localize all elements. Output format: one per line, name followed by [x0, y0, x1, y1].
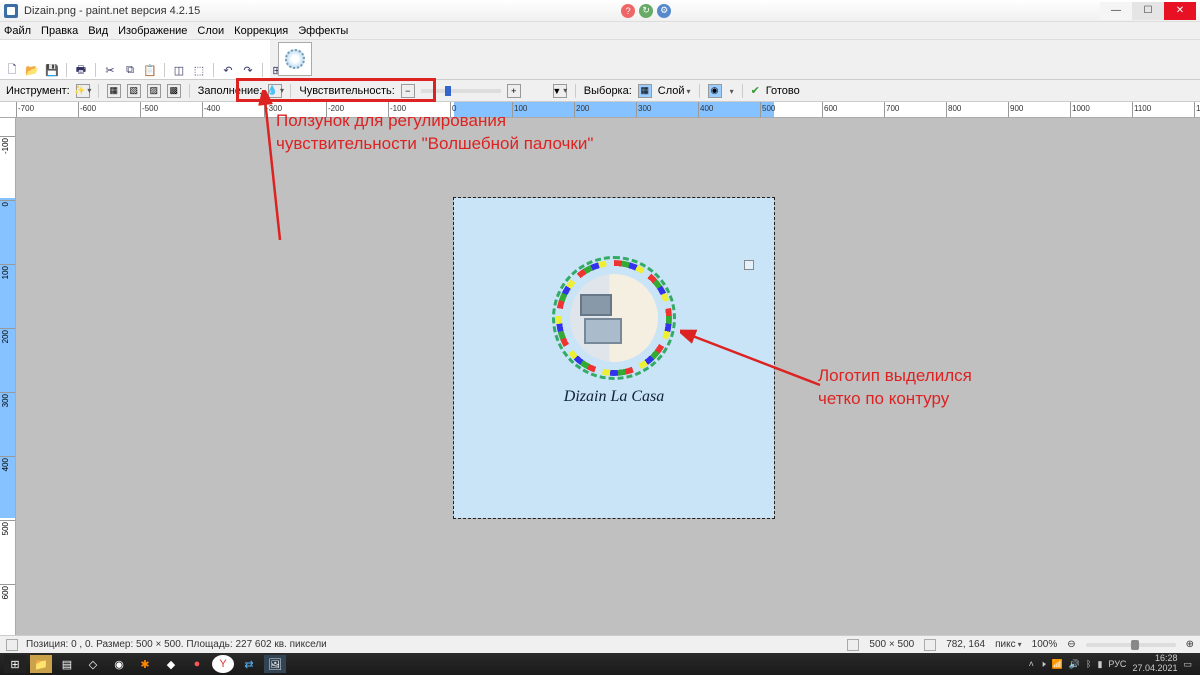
task-app-icon[interactable]: ▤	[56, 655, 78, 673]
menu-layers[interactable]: Слои	[197, 25, 224, 37]
task-chrome-icon[interactable]: ◉	[108, 655, 130, 673]
status-cursor-icon	[924, 639, 936, 651]
logo-text: Dizain La Casa	[554, 388, 674, 406]
logo: Dizain La Casa	[554, 258, 674, 406]
save-icon[interactable]: 💾	[44, 62, 60, 78]
sensitivity-slider[interactable]	[421, 89, 501, 93]
tray-vol-icon[interactable]: 🔊	[1069, 659, 1080, 670]
horizontal-ruler: -700-600-500-400-300-200-100010020030040…	[0, 102, 1200, 118]
status-sel-icon	[6, 639, 18, 651]
task-app2-icon[interactable]: ◇	[82, 655, 104, 673]
main-toolbar: 🗋 📂 💾 🖶 ✂ ⧉ 📋 ◫ ⬚ ↶ ↷ ⊞ 📏	[4, 60, 305, 80]
thumbnail-image	[285, 49, 305, 69]
status-dims: 500 × 500	[869, 639, 914, 650]
tray-clock[interactable]: 16:28 27.04.2021	[1132, 654, 1177, 674]
sensitivity-label: Чувствительность:	[299, 85, 394, 97]
menu-edit[interactable]: Правка	[41, 25, 78, 37]
zoom-in-icon[interactable]: ⊕	[1186, 639, 1194, 650]
open-icon[interactable]: 📂	[24, 62, 40, 78]
task-explorer-icon[interactable]: 📁	[30, 655, 52, 673]
tool-options-bar: Инструмент: ✨ ▦ ▧ ▨ ▩ Заполнение: 💧 Чувс…	[0, 80, 1200, 102]
fill-dropdown[interactable]: 💧	[268, 84, 282, 98]
status-position: Позиция: 0 , 0. Размер: 500 × 500. Площа…	[26, 639, 327, 650]
crop-icon[interactable]: ◫	[171, 62, 187, 78]
title-bar: Dizain.png - paint.net версия 4.2.15 ? ↻…	[0, 0, 1200, 22]
task-app3-icon[interactable]: ◆	[160, 655, 182, 673]
maximize-button[interactable]: ☐	[1132, 2, 1164, 20]
close-button[interactable]: ✕	[1164, 2, 1196, 20]
sel-xor-icon[interactable]: ▩	[167, 84, 181, 98]
menu-adjustments[interactable]: Коррекция	[234, 25, 288, 37]
start-button[interactable]: ⊞	[4, 655, 26, 673]
fill-label: Заполнение:	[198, 85, 263, 97]
new-icon[interactable]: 🗋	[4, 62, 20, 78]
canvas-area[interactable]: Dizain La Casa	[16, 118, 1200, 635]
tray-notif-icon[interactable]: ▭	[1183, 659, 1192, 670]
sens-plus-icon[interactable]: +	[507, 84, 521, 98]
deselect-icon[interactable]: ⬚	[191, 62, 207, 78]
tray-wifi-icon[interactable]: 📶	[1052, 659, 1063, 670]
logo-photo	[570, 274, 658, 362]
tray-net-icon[interactable]: 🕨	[1040, 659, 1046, 670]
status-bar: Позиция: 0 , 0. Размер: 500 × 500. Площа…	[0, 635, 1200, 653]
sel-sub-icon[interactable]: ▧	[127, 84, 141, 98]
tray-up-icon[interactable]: ˄	[1029, 659, 1034, 669]
copy-icon[interactable]: ⧉	[122, 62, 138, 78]
sel-int-icon[interactable]: ▨	[147, 84, 161, 98]
flood-dropdown[interactable]	[728, 85, 734, 97]
windows-taskbar: ⊞ 📁 ▤ ◇ ◉ ✱ ◆ ● Y ⇄ 🖼 ˄ 🕨 📶 🔊 ᛒ ▮ РУС 16…	[0, 653, 1200, 675]
document-canvas[interactable]: Dizain La Casa	[454, 198, 774, 518]
blend-dropdown[interactable]: ▼	[553, 84, 567, 98]
ready-label: Готово	[766, 85, 800, 97]
status-cursor: 782, 164	[946, 639, 985, 650]
status-unit[interactable]: пикс	[995, 639, 1022, 650]
magic-wand-tool-icon[interactable]: ✨	[76, 84, 90, 98]
menu-effects[interactable]: Эффекты	[298, 25, 348, 37]
app-icon	[4, 4, 18, 18]
tray-bat-icon[interactable]: ▮	[1097, 659, 1102, 670]
task-yandex-icon[interactable]: Y	[212, 655, 234, 673]
scope-layer[interactable]: Слой	[658, 85, 691, 97]
selection-label: Выборка:	[584, 85, 632, 97]
task-app5-icon[interactable]: ⇄	[238, 655, 260, 673]
settings-icon[interactable]: ⚙	[657, 4, 671, 18]
updates-icon[interactable]: ↻	[639, 4, 653, 18]
paste-icon[interactable]: 📋	[142, 62, 158, 78]
minimize-button[interactable]: —	[1100, 2, 1132, 20]
task-avast-icon[interactable]: ✱	[134, 655, 156, 673]
zoom-slider[interactable]	[1086, 643, 1176, 647]
vertical-ruler: -1000100200300400500600	[0, 118, 16, 635]
selection-handle-icon[interactable]	[744, 260, 754, 270]
menu-image[interactable]: Изображение	[118, 25, 187, 37]
status-zoom[interactable]: 100%	[1032, 639, 1058, 650]
menu-bar: Файл Правка Вид Изображение Слои Коррекц…	[0, 22, 1200, 40]
tray-date: 27.04.2021	[1132, 664, 1177, 674]
tray-bt-icon[interactable]: ᛒ	[1086, 659, 1091, 669]
help-icon[interactable]: ?	[621, 4, 635, 18]
document-tabs: 🗋 📂 💾 🖶 ✂ ⧉ 📋 ◫ ⬚ ↶ ↷ ⊞ 📏	[0, 40, 1200, 80]
scope-icon[interactable]: ▦	[638, 84, 652, 98]
system-tray: ˄ 🕨 📶 🔊 ᛒ ▮ РУС 16:28 27.04.2021 ▭	[1029, 654, 1196, 674]
document-thumbnail[interactable]	[278, 42, 312, 76]
task-app4-icon[interactable]: ●	[186, 655, 208, 673]
redo-icon[interactable]: ↷	[240, 62, 256, 78]
tray-lang[interactable]: РУС	[1108, 659, 1126, 669]
print-icon[interactable]: 🖶	[73, 62, 89, 78]
menu-file[interactable]: Файл	[4, 25, 31, 37]
logo-ring	[554, 258, 674, 378]
undo-icon[interactable]: ↶	[220, 62, 236, 78]
tool-label: Инструмент:	[6, 85, 70, 97]
menu-view[interactable]: Вид	[88, 25, 108, 37]
zoom-out-icon[interactable]: ⊖	[1067, 639, 1075, 650]
sel-add-icon[interactable]: ▦	[107, 84, 121, 98]
sens-minus-icon[interactable]: −	[401, 84, 415, 98]
status-dims-icon	[847, 639, 859, 651]
cut-icon[interactable]: ✂	[102, 62, 118, 78]
task-paintnet-icon[interactable]: 🖼	[264, 655, 286, 673]
window-title: Dizain.png - paint.net версия 4.2.15	[24, 5, 200, 17]
flood-icon[interactable]: ◉	[708, 84, 722, 98]
ruler-selection-h	[454, 102, 774, 118]
